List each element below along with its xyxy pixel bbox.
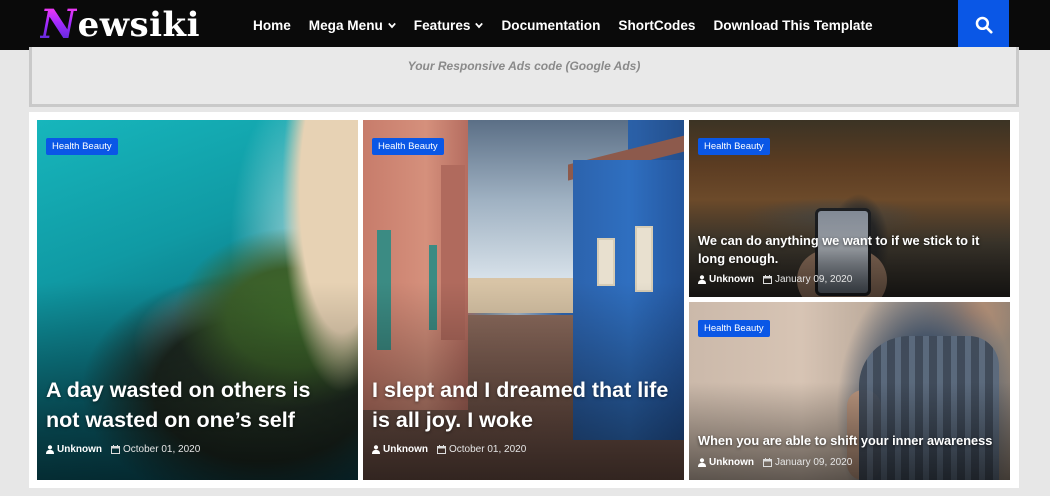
post-author[interactable]: Unknown xyxy=(57,444,102,455)
logo-initial: N xyxy=(40,1,77,48)
user-icon xyxy=(46,445,54,454)
search-button[interactable] xyxy=(958,0,1009,50)
post-author[interactable]: Unknown xyxy=(383,444,428,455)
nav-item-label: Mega Menu xyxy=(308,17,383,33)
ad-placeholder: Your Responsive Ads code (Google Ads) xyxy=(29,47,1019,107)
nav-item-label: Features xyxy=(413,17,471,33)
featured-post-card[interactable]: Health Beauty We can do anything we want… xyxy=(689,120,1010,297)
user-icon xyxy=(372,445,380,454)
nav-item-label: Documentation xyxy=(501,17,601,33)
post-meta: Unknown January 09, 2020 xyxy=(698,457,852,468)
nav-item-features[interactable]: Features xyxy=(405,18,493,33)
post-title[interactable]: A day wasted on others is not wasted on … xyxy=(46,375,348,435)
top-navbar: N ewsiki Home Mega Menu Features Documen… xyxy=(0,0,1050,50)
featured-post-card[interactable]: Health Beauty A day wasted on others is … xyxy=(37,120,358,480)
post-meta: Unknown October 01, 2020 xyxy=(46,444,200,455)
post-date: October 01, 2020 xyxy=(123,444,201,455)
main-menu: Home Mega Menu Features Documentation Sh… xyxy=(244,0,882,50)
calendar-icon xyxy=(437,445,446,454)
calendar-icon xyxy=(763,275,772,284)
search-icon xyxy=(975,16,993,34)
chevron-down-icon xyxy=(475,22,484,29)
site-logo[interactable]: N ewsiki xyxy=(40,2,200,48)
category-badge[interactable]: Health Beauty xyxy=(46,138,118,155)
category-badge[interactable]: Health Beauty xyxy=(372,138,444,155)
post-date: October 01, 2020 xyxy=(449,444,527,455)
post-author[interactable]: Unknown xyxy=(709,457,754,468)
featured-posts-panel: Health Beauty A day wasted on others is … xyxy=(29,112,1019,488)
nav-item-mega-menu[interactable]: Mega Menu xyxy=(300,18,405,33)
post-date: January 09, 2020 xyxy=(775,274,853,285)
post-meta: Unknown January 09, 2020 xyxy=(698,274,852,285)
nav-item-label: ShortCodes xyxy=(618,17,696,33)
user-icon xyxy=(698,458,706,467)
logo-text: ewsiki xyxy=(77,5,200,45)
nav-item-label: Download This Template xyxy=(713,17,873,33)
featured-post-card[interactable]: Health Beauty When you are able to shift… xyxy=(689,302,1010,480)
category-badge[interactable]: Health Beauty xyxy=(698,138,770,155)
post-date: January 09, 2020 xyxy=(775,457,853,468)
post-title[interactable]: We can do anything we want to if we stic… xyxy=(698,232,1000,268)
nav-item-label: Home xyxy=(253,17,291,33)
calendar-icon xyxy=(111,445,120,454)
nav-item-home[interactable]: Home xyxy=(244,18,300,33)
nav-item-download-template[interactable]: Download This Template xyxy=(704,18,881,33)
nav-item-documentation[interactable]: Documentation xyxy=(492,18,609,33)
calendar-icon xyxy=(763,458,772,467)
chevron-down-icon xyxy=(387,22,396,29)
post-title[interactable]: When you are able to shift your inner aw… xyxy=(698,432,1000,450)
nav-item-shortcodes[interactable]: ShortCodes xyxy=(609,18,704,33)
category-badge[interactable]: Health Beauty xyxy=(698,320,770,337)
featured-post-card[interactable]: Health Beauty I slept and I dreamed that… xyxy=(363,120,684,480)
ad-placeholder-text: Your Responsive Ads code (Google Ads) xyxy=(407,59,641,73)
post-meta: Unknown October 01, 2020 xyxy=(372,444,526,455)
post-author[interactable]: Unknown xyxy=(709,274,754,285)
user-icon xyxy=(698,275,706,284)
post-title[interactable]: I slept and I dreamed that life is all j… xyxy=(372,375,674,435)
